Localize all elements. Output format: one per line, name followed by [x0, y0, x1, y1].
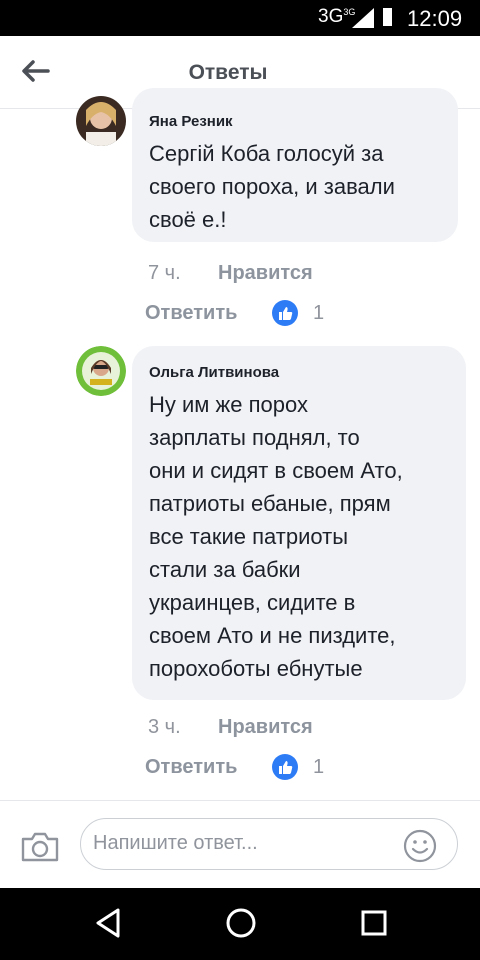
reply-composer: Напишите ответ... [0, 800, 480, 889]
page-title: Ответы [188, 61, 268, 84]
reaction-count: 1 [313, 756, 325, 778]
comment-text-line: украинцев, сидите в [149, 590, 356, 615]
comment-timestamp: 3 ч. [148, 716, 181, 738]
comment-text-line: они и сидят в своем Ато, [149, 458, 403, 483]
signal-icon [352, 8, 374, 28]
emoji-icon[interactable] [403, 829, 437, 863]
comment-text-line: своё е.! [149, 207, 227, 232]
comment-text-line: Ну им же порох [149, 392, 308, 417]
reaction-count: 1 [313, 302, 325, 324]
comment-author[interactable]: Ольга Литвинова [149, 364, 279, 381]
avatar[interactable] [76, 96, 126, 146]
like-button[interactable]: Нравится [218, 262, 313, 285]
comment-author[interactable]: Яна Резник [149, 113, 233, 130]
network-indicator: 3G3G [318, 6, 356, 27]
home-circle-icon[interactable] [224, 906, 258, 940]
comment-text-line: Сергій Коба голосуй за [149, 141, 384, 166]
comment-text-line: стали за бабки [149, 557, 301, 582]
back-triangle-icon[interactable] [93, 906, 123, 940]
comment-text-line: зарплаты поднял, то [149, 425, 360, 450]
comment-text-line: своем Ато и не пиздите, [149, 623, 396, 648]
comment-text-line: патриоты ебаные, прям [149, 491, 391, 516]
battery-icon [383, 8, 392, 26]
clock: 12:09 [407, 6, 463, 31]
reply-input[interactable]: Напишите ответ... [80, 818, 458, 870]
like-reaction-icon[interactable] [272, 754, 298, 780]
reply-button[interactable]: Ответить [145, 302, 237, 325]
camera-icon[interactable] [20, 831, 60, 863]
status-bar: 3G3G 12:09 [0, 0, 480, 36]
reply-button[interactable]: Ответить [145, 756, 237, 779]
recents-square-icon[interactable] [359, 906, 389, 940]
reply-input-placeholder: Напишите ответ... [93, 832, 258, 854]
like-button[interactable]: Нравится [218, 716, 313, 739]
system-navigation-bar [0, 888, 480, 960]
like-reaction-icon[interactable] [272, 300, 298, 326]
comment-text-line: все такие патриоты [149, 524, 349, 549]
comment-text-line: порохоботы ебнутые [149, 656, 363, 681]
comment-timestamp: 7 ч. [148, 262, 181, 284]
comment-text-line: своего пороха, и завали [149, 174, 395, 199]
avatar[interactable] [76, 346, 126, 396]
